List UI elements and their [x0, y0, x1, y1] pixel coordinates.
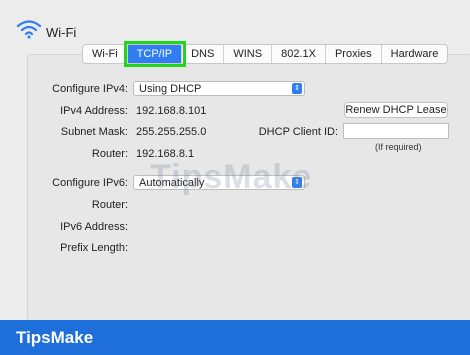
- dhcp-client-id-label: DHCP Client ID:: [258, 126, 338, 138]
- tab-proxies[interactable]: Proxies: [326, 45, 382, 63]
- router-label: Router:: [91, 148, 128, 160]
- dhcp-client-id-hint: (If required): [375, 142, 422, 152]
- tab-hardware[interactable]: Hardware: [382, 45, 448, 63]
- configure-ipv4-label: Configure IPv4:: [52, 83, 128, 95]
- watermark-logo: TipsMake: [150, 158, 313, 196]
- footer-bar: TipsMake: [0, 320, 470, 355]
- configure-ipv6-label: Configure IPv6:: [52, 177, 128, 189]
- ipv6-router-label: Router:: [91, 199, 128, 211]
- subnet-mask-value: 255.255.255.0: [136, 126, 207, 138]
- footer-brand: TipsMake: [16, 328, 94, 347]
- subnet-mask-label: Subnet Mask:: [60, 126, 128, 138]
- tab-wins[interactable]: WINS: [224, 45, 273, 63]
- tab-bar: Wi-Fi TCP/IP DNS WINS 802.1X Proxies Har…: [82, 41, 449, 67]
- window-title: Wi-Fi: [46, 25, 77, 40]
- ipv6-address-label: IPv6 Address:: [60, 221, 128, 233]
- tab-dns[interactable]: DNS: [182, 45, 225, 63]
- prefix-length-label: Prefix Length:: [60, 242, 128, 254]
- ipv4-address-value: 192.168.8.101: [136, 105, 207, 117]
- tab-tcp-ip[interactable]: TCP/IP: [123, 41, 187, 67]
- configure-ipv4-value: Using DHCP: [139, 83, 202, 95]
- chevron-updown-icon: ⇕: [292, 83, 302, 94]
- dhcp-client-id-field[interactable]: [343, 123, 449, 139]
- wifi-icon: [16, 20, 42, 39]
- window-header: Wi-Fi: [0, 0, 470, 44]
- tab-802-1x[interactable]: 802.1X: [272, 45, 326, 63]
- configure-ipv4-select[interactable]: Using DHCP ⇕: [133, 81, 305, 96]
- renew-dhcp-lease-button[interactable]: Renew DHCP Lease: [344, 102, 448, 118]
- ipv4-address-label: IPv4 Address:: [60, 105, 128, 117]
- tab-wifi[interactable]: Wi-Fi: [83, 45, 128, 63]
